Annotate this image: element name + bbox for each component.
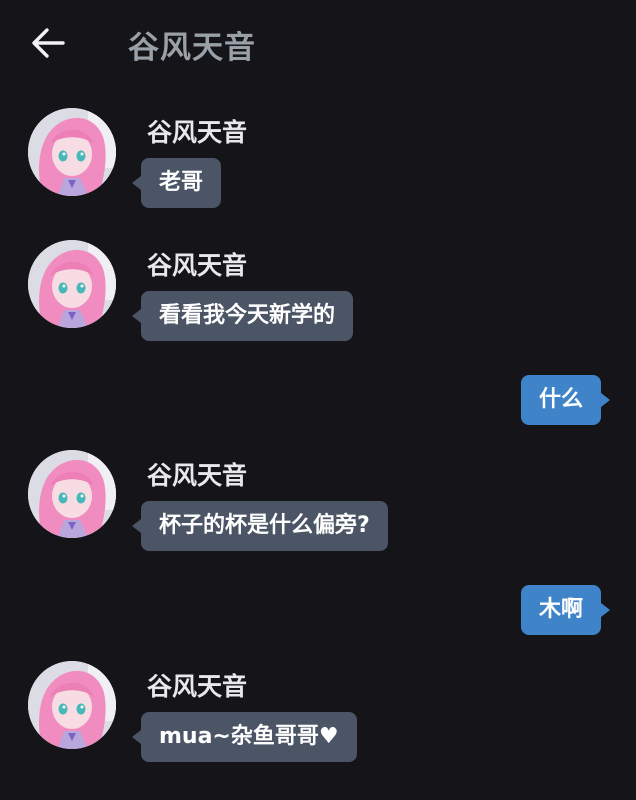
sender-name: 谷风天音 [147, 251, 248, 280]
avatar[interactable] [28, 240, 116, 328]
message-bubble-outgoing[interactable]: 木啊 [520, 585, 611, 635]
sender-name: 谷风天音 [147, 118, 248, 147]
message-list[interactable]: 谷风天音 老哥 谷风天音 看看我今天新学的 什么 谷风天音 杯子的杯是什么偏旁?… [0, 0, 636, 800]
message-bubble-outgoing[interactable]: 什么 [520, 375, 611, 425]
message-bubble-incoming[interactable]: 杯子的杯是什么偏旁? [132, 501, 388, 551]
sender-name: 谷风天音 [147, 461, 248, 490]
message-bubble-incoming[interactable]: mua~杂鱼哥哥♥ [132, 712, 357, 762]
avatar[interactable] [28, 108, 116, 196]
avatar[interactable] [28, 661, 116, 749]
message-bubble-incoming[interactable]: 老哥 [131, 158, 222, 208]
avatar[interactable] [28, 450, 116, 538]
message-bubble-incoming[interactable]: 看看我今天新学的 [131, 291, 354, 341]
sender-name: 谷风天音 [147, 672, 248, 701]
